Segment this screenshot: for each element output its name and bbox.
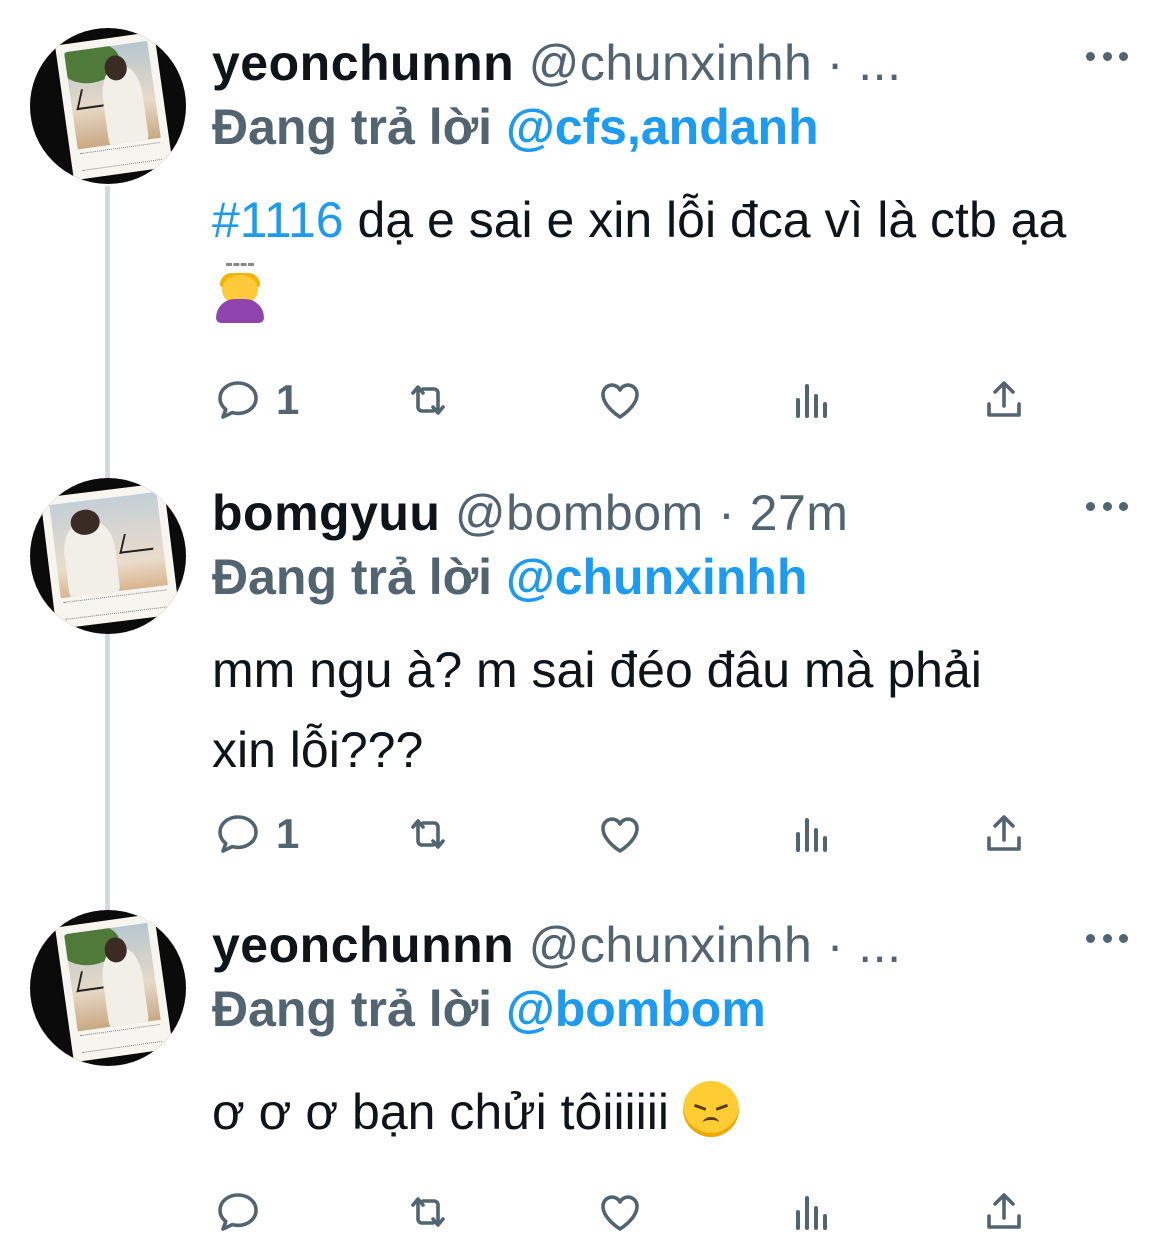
display-name[interactable]: bomgyuu bbox=[212, 485, 440, 541]
views-icon bbox=[796, 384, 827, 418]
display-name[interactable]: yeonchunnn bbox=[212, 35, 514, 91]
reply-button[interactable] bbox=[214, 1182, 276, 1242]
more-icon[interactable] bbox=[1086, 500, 1128, 512]
tweet-header: yeonchunnn @chunxinhh · ... bbox=[212, 32, 901, 94]
views-icon bbox=[796, 818, 827, 852]
tweet[interactable]: yeonchunnn @chunxinhh · ... Đang trả lời… bbox=[0, 910, 1170, 1250]
hashtag[interactable]: #1116 bbox=[212, 192, 344, 248]
reply-mention[interactable]: @chunxinhh bbox=[506, 549, 808, 605]
reply-button[interactable]: 1 bbox=[214, 804, 299, 864]
reply-icon bbox=[218, 1193, 258, 1231]
reply-count: 1 bbox=[276, 376, 300, 423]
like-button[interactable] bbox=[596, 1182, 644, 1242]
retweet-icon bbox=[411, 1197, 445, 1227]
tweet-header: bomgyuu @bombom · 27m bbox=[212, 482, 848, 544]
retweet-button[interactable] bbox=[404, 1182, 452, 1242]
retweet-button[interactable] bbox=[404, 804, 452, 864]
reply-mention[interactable]: @cfs,andanh bbox=[506, 99, 819, 155]
tweet-text: mm ngu à? m sai đéo đâu mà phải xin lỗi?… bbox=[212, 630, 1052, 790]
replying-to: Đang trả lời @cfs,andanh bbox=[212, 96, 819, 158]
heart-icon bbox=[601, 1195, 639, 1231]
tweet-text: #1116 dạ e sai e xin lỗi đca vì là ctb ạ… bbox=[212, 180, 1112, 340]
tweet[interactable]: yeonchunnn @chunxinhh · ... Đang trả lời… bbox=[0, 28, 1170, 448]
user-handle[interactable]: @chunxinhh bbox=[529, 35, 813, 91]
tweet-text: ơ ơ ơ bạn chửi tôiiiiii bbox=[212, 1072, 1112, 1152]
reply-prefix: Đang trả lời bbox=[212, 549, 493, 605]
reply-prefix: Đang trả lời bbox=[212, 99, 493, 155]
views-icon bbox=[796, 1196, 827, 1230]
disappointed-face-emoji bbox=[682, 1081, 739, 1137]
heart-icon bbox=[601, 383, 639, 419]
avatar-polaroid bbox=[40, 482, 180, 630]
more-icon[interactable] bbox=[1086, 50, 1128, 62]
tweet-text-content: dạ e sai e xin lỗi đca vì là ctb ạa bbox=[343, 192, 1067, 248]
retweet-button[interactable] bbox=[404, 370, 452, 430]
share-icon bbox=[987, 1193, 1021, 1229]
like-button[interactable] bbox=[596, 370, 644, 430]
reply-icon bbox=[218, 381, 258, 419]
reply-icon bbox=[218, 815, 258, 853]
replying-to: Đang trả lời @chunxinhh bbox=[212, 546, 807, 608]
share-button[interactable] bbox=[980, 1182, 1028, 1242]
avatar-polaroid bbox=[55, 31, 173, 181]
tweet-text-content: mm ngu à? m sai đéo đâu mà phải xin lỗi?… bbox=[212, 642, 982, 778]
views-button[interactable] bbox=[788, 804, 836, 864]
tweet[interactable]: bomgyuu @bombom · 27m Đang trả lời @chun… bbox=[0, 478, 1170, 898]
user-handle[interactable]: @bombom bbox=[455, 485, 704, 541]
views-button[interactable] bbox=[788, 1182, 836, 1242]
tweet-text-content: ơ ơ ơ bạn chửi tôiiiiii bbox=[212, 1084, 669, 1140]
retweet-icon bbox=[411, 819, 445, 849]
tweet-actions: 1 bbox=[0, 804, 1170, 864]
user-handle[interactable]: @chunxinhh bbox=[529, 917, 813, 973]
reply-prefix: Đang trả lời bbox=[212, 981, 493, 1037]
heart-icon bbox=[601, 817, 639, 853]
tweet-actions: 1 bbox=[0, 370, 1170, 430]
share-icon bbox=[987, 815, 1021, 851]
replying-to: Đang trả lời @bombom bbox=[212, 978, 766, 1040]
like-button[interactable] bbox=[596, 804, 644, 864]
avatar[interactable] bbox=[30, 478, 186, 634]
share-icon bbox=[987, 381, 1021, 417]
share-button[interactable] bbox=[980, 804, 1028, 864]
avatar[interactable] bbox=[30, 910, 186, 1066]
retweet-icon bbox=[411, 385, 445, 415]
share-button[interactable] bbox=[980, 370, 1028, 430]
tweet-meta: · ... bbox=[826, 917, 902, 973]
avatar-polaroid bbox=[55, 913, 173, 1063]
person-bowing-emoji bbox=[212, 263, 268, 325]
avatar[interactable] bbox=[30, 28, 186, 184]
reply-mention[interactable]: @bombom bbox=[506, 981, 766, 1037]
reply-count: 1 bbox=[276, 810, 300, 857]
tweet-header: yeonchunnn @chunxinhh · ... bbox=[212, 914, 901, 976]
views-button[interactable] bbox=[788, 370, 836, 430]
more-icon[interactable] bbox=[1086, 932, 1128, 944]
display-name[interactable]: yeonchunnn bbox=[212, 917, 514, 973]
reply-button[interactable]: 1 bbox=[214, 370, 299, 430]
tweet-actions bbox=[0, 1182, 1170, 1242]
tweet-meta: · ... bbox=[826, 35, 902, 91]
tweet-meta: · 27m bbox=[718, 485, 849, 541]
